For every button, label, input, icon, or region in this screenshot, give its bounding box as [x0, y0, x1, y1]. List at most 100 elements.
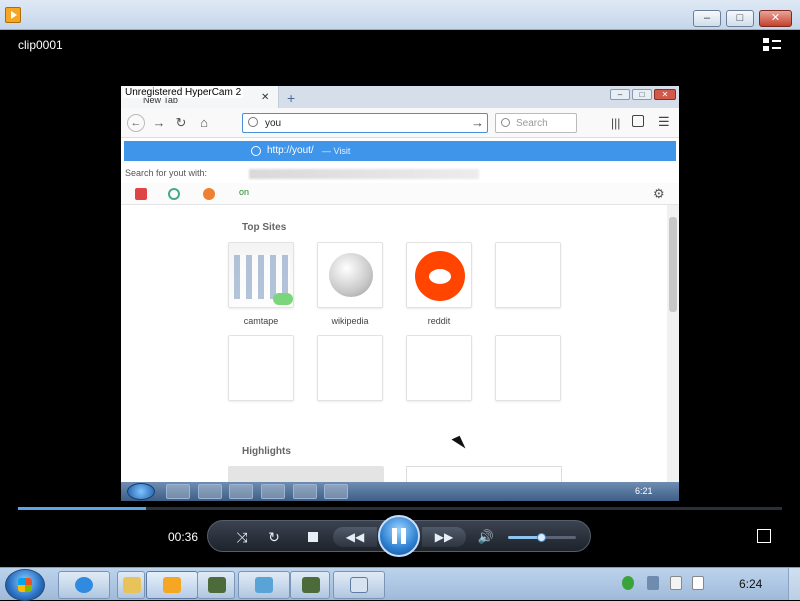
network-tray-icon[interactable]	[647, 576, 659, 590]
hamburger-menu-icon[interactable]: ☰	[658, 114, 670, 130]
taskbar-app[interactable]	[238, 571, 290, 599]
clip-title: clip0001	[18, 38, 63, 52]
bookmark-firefox-icon[interactable]	[203, 188, 215, 200]
bookmarks-toolbar: on ⚙	[121, 183, 679, 205]
previous-icon[interactable]: ◀◀	[333, 527, 377, 547]
security-tray-icon[interactable]	[622, 576, 634, 590]
highlight-card[interactable]	[406, 466, 562, 482]
home-icon[interactable]: ⌂	[195, 114, 213, 132]
stop-icon[interactable]	[308, 532, 318, 542]
recorded-taskbar-item	[293, 484, 317, 499]
folder-icon	[123, 577, 141, 593]
taskbar-windows-media-player[interactable]	[146, 571, 198, 599]
browser-maximize-button[interactable]: □	[632, 89, 652, 100]
seek-bar-progress	[18, 507, 146, 510]
suggestion-url: http://yout/	[267, 145, 314, 156]
wikipedia-logo-icon	[329, 253, 373, 297]
back-icon[interactable]: ←	[127, 114, 145, 132]
windows-taskbar: 6:24	[0, 567, 800, 601]
url-input[interactable]: you	[265, 118, 281, 129]
scrollbar-thumb[interactable]	[669, 217, 677, 312]
recorded-taskbar-item	[229, 484, 253, 499]
seek-bar[interactable]	[18, 507, 782, 510]
search-icon	[248, 117, 258, 127]
blurred-suggestions	[249, 169, 479, 179]
recorded-system-tray	[551, 486, 611, 497]
shuffle-icon[interactable]: ⤨	[232, 527, 252, 547]
top-site-tile-reddit[interactable]	[406, 242, 472, 308]
pause-button[interactable]	[378, 515, 420, 557]
browser-close-button[interactable]: ✕	[654, 89, 676, 100]
app-icon	[302, 577, 320, 593]
volume-slider-thumb[interactable]	[537, 533, 546, 542]
recorded-taskbar-item	[261, 484, 285, 499]
browser-minimize-button[interactable]: –	[610, 89, 630, 100]
switch-view-icon[interactable]	[763, 38, 781, 52]
video-frame[interactable]: New Tab ✕ + – □ ✕ Unregistered HyperCam …	[121, 86, 679, 501]
recorded-clock: 6:21	[635, 486, 653, 496]
system-tray	[620, 576, 710, 592]
reload-icon[interactable]: ↻	[172, 114, 190, 132]
show-desktop-button[interactable]	[788, 568, 800, 600]
taskbar-app[interactable]	[290, 571, 330, 599]
recorded-taskbar: 6:21	[121, 482, 679, 501]
top-site-label: wikipedia	[331, 316, 369, 326]
recorded-taskbar-item	[324, 484, 348, 499]
globe-icon	[251, 146, 261, 156]
top-site-label: camtape	[243, 316, 279, 326]
search-placeholder: Search	[516, 118, 548, 129]
go-arrow-icon[interactable]: →	[471, 115, 484, 130]
top-site-tile-empty[interactable]	[495, 242, 561, 308]
sidebar-icon[interactable]	[632, 115, 644, 127]
start-button[interactable]	[5, 569, 45, 601]
taskbar-internet-explorer[interactable]	[58, 571, 110, 599]
mouse-cursor-icon	[451, 435, 466, 453]
fullscreen-icon[interactable]	[757, 529, 771, 543]
top-site-tile-wikipedia[interactable]	[317, 242, 383, 308]
internet-explorer-icon	[75, 577, 93, 593]
pause-icon	[392, 528, 406, 544]
app-icon	[255, 577, 273, 593]
bookmark-chrome-icon[interactable]	[168, 188, 180, 200]
repeat-icon[interactable]: ↻	[264, 527, 284, 547]
top-site-tile-empty[interactable]	[228, 335, 294, 401]
elapsed-time: 00:36	[168, 530, 199, 544]
taskbar-clock[interactable]: 6:24	[739, 577, 762, 591]
top-site-label: reddit	[427, 316, 451, 326]
minimize-button[interactable]: –	[693, 10, 721, 27]
bookmark-item[interactable]: on	[239, 187, 249, 199]
gear-icon[interactable]: ⚙	[653, 186, 665, 202]
badge-icon	[273, 293, 293, 305]
bookmark-brave-icon[interactable]	[135, 188, 147, 200]
media-player-app-icon	[5, 7, 21, 23]
forward-icon[interactable]: →	[150, 114, 168, 132]
taskbar-windows-explorer[interactable]	[117, 571, 145, 599]
top-site-tile-empty[interactable]	[317, 335, 383, 401]
search-box[interactable]: Search	[495, 113, 577, 133]
next-icon[interactable]: ▶▶	[422, 527, 466, 547]
top-site-tile-empty[interactable]	[495, 335, 561, 401]
volume-slider[interactable]	[508, 533, 576, 542]
top-site-tile-empty[interactable]	[406, 335, 472, 401]
highlight-card[interactable]	[228, 466, 384, 482]
volume-icon[interactable]: 🔊	[476, 527, 496, 547]
maximize-button[interactable]: □	[726, 10, 754, 27]
url-suggestion-row[interactable]: http://yout/ — Visit	[124, 141, 676, 161]
search-icon	[501, 118, 510, 127]
library-icon[interactable]: |||	[611, 116, 620, 130]
page-scrollbar[interactable]	[667, 205, 679, 482]
tab-close-icon[interactable]: ✕	[261, 92, 269, 103]
transport-controls: ⤨ ↻ ◀◀ ▶▶ 🔊	[207, 515, 591, 557]
top-site-tile-camtape[interactable]	[228, 242, 294, 308]
new-tab-button[interactable]: +	[287, 90, 295, 106]
reddit-logo-icon	[415, 251, 465, 301]
close-button[interactable]: ✕	[759, 10, 792, 27]
taskbar-app[interactable]	[197, 571, 235, 599]
recorded-taskbar-item	[198, 484, 222, 499]
document-tray-icon[interactable]	[670, 576, 682, 590]
taskbar-app[interactable]	[333, 571, 385, 599]
top-sites-heading: Top Sites	[242, 222, 287, 233]
flag-tray-icon[interactable]	[692, 576, 704, 590]
url-bar[interactable]: you →	[242, 113, 488, 133]
window-titlebar[interactable]: – □ ✕	[0, 0, 800, 30]
